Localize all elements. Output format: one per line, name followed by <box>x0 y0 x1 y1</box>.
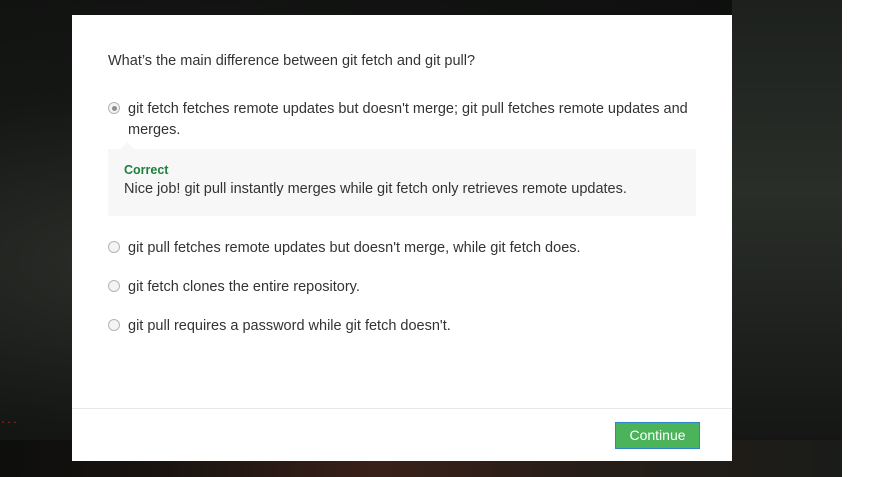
backdrop-shade <box>732 0 842 477</box>
feedback-text: Nice job! git pull instantly merges whil… <box>124 181 627 197</box>
answer-option-label: git fetch fetches remote updates but doe… <box>128 101 688 138</box>
radio-button-selected[interactable] <box>108 102 120 114</box>
answer-option[interactable]: git pull fetches remote updates but does… <box>108 238 581 259</box>
quiz-modal: What’s the main difference between git f… <box>72 15 732 461</box>
answer-option[interactable]: git fetch clones the entire repository. <box>108 277 360 298</box>
radio-button[interactable] <box>108 319 120 331</box>
radio-button[interactable] <box>108 280 120 292</box>
answer-option-label: git pull fetches remote updates but does… <box>128 240 581 256</box>
answer-option-label: git pull requires a password while git f… <box>128 318 451 334</box>
feedback-title: Correct <box>124 163 169 177</box>
feedback-box: Correct Nice job! git pull instantly mer… <box>108 142 696 216</box>
question-text: What’s the main difference between git f… <box>108 53 476 69</box>
radio-button[interactable] <box>108 241 120 253</box>
backdrop-caption: ... <box>0 415 19 426</box>
answer-option[interactable]: git fetch fetches remote updates but doe… <box>108 99 688 141</box>
continue-button[interactable]: Continue <box>615 422 700 449</box>
answer-option-label: git fetch clones the entire repository. <box>128 279 360 295</box>
modal-footer: Continue <box>72 408 732 461</box>
page-edge <box>842 0 881 477</box>
answer-option[interactable]: git pull requires a password while git f… <box>108 316 451 337</box>
